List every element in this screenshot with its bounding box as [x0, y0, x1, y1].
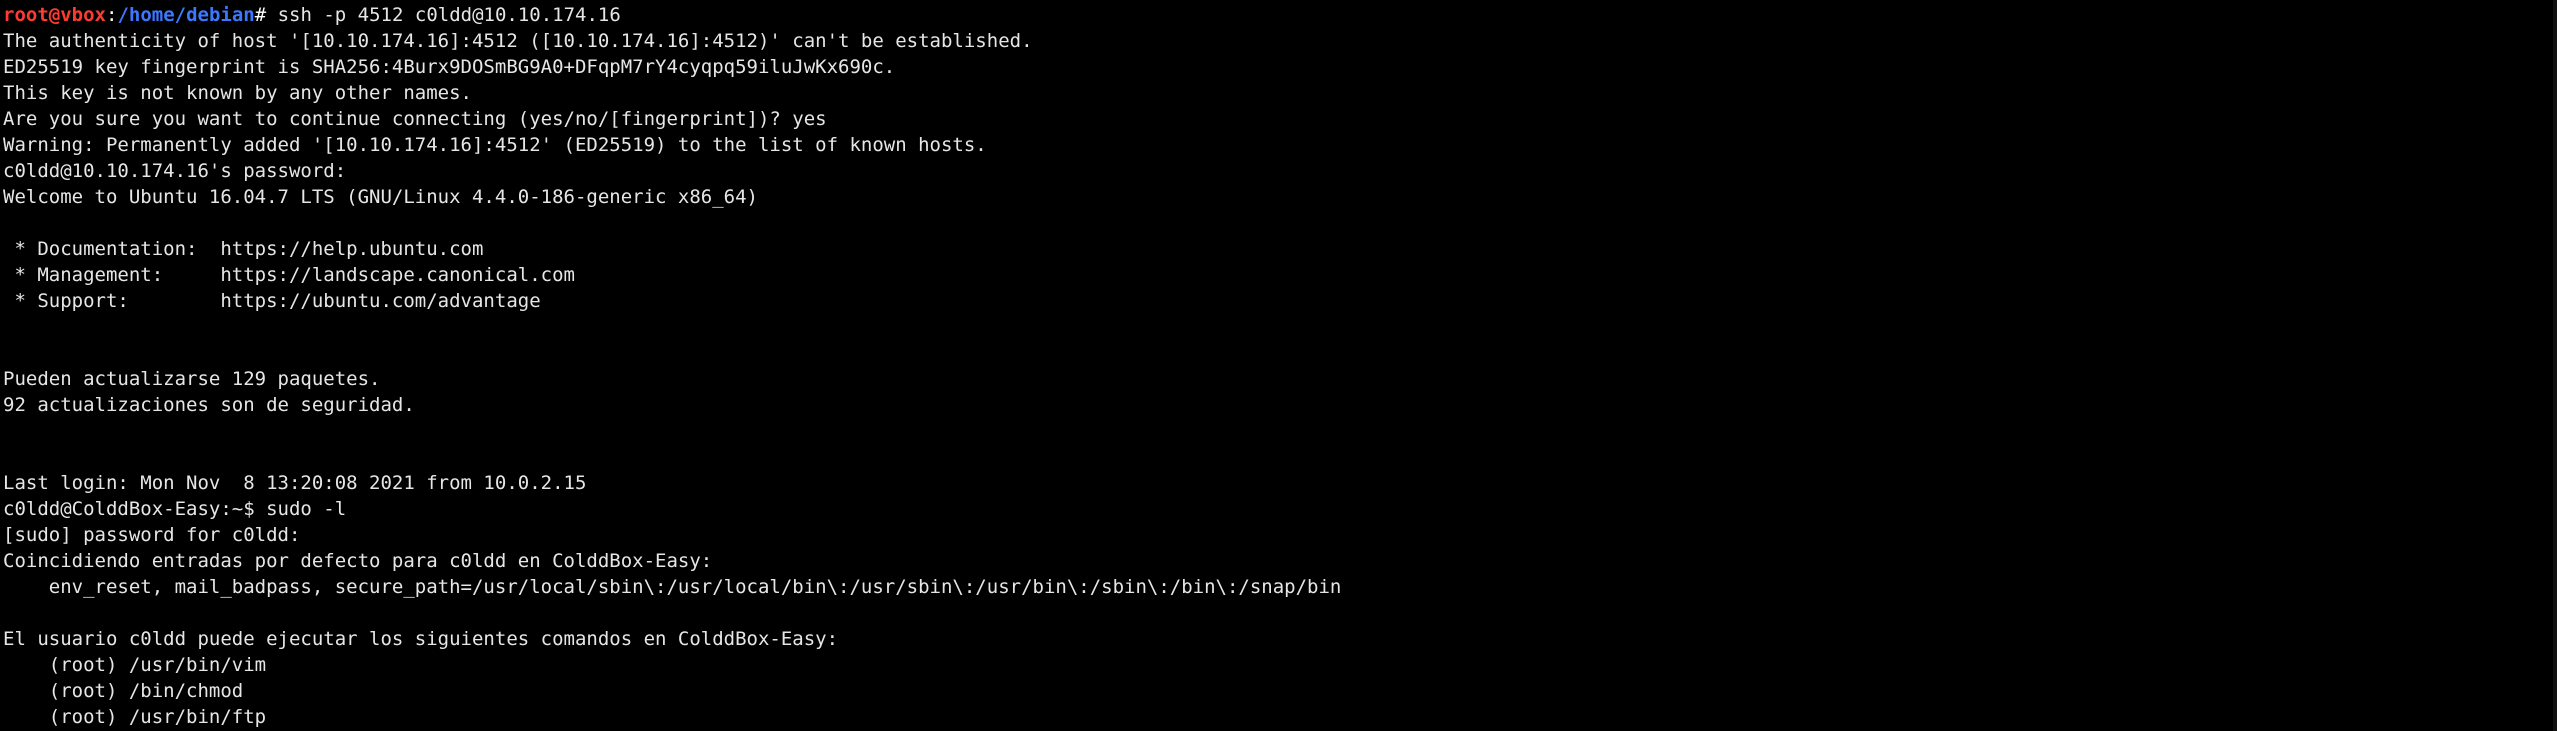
output-line: (root) /usr/bin/ftp	[3, 706, 267, 728]
prompt-user: root	[3, 4, 49, 26]
prompt-path: /home/debian	[117, 4, 255, 26]
output-line: Warning: Permanently added '[10.10.174.1…	[3, 134, 987, 156]
output-line: Coincidiendo entradas por defecto para c…	[3, 550, 713, 572]
prompt-at: @	[48, 4, 61, 26]
terminal-window[interactable]: root@vbox:/home/debian# ssh -p 4512 c0ld…	[0, 0, 2557, 731]
prompt-colon: :	[105, 4, 118, 26]
output-line: c0ldd@ColddBox-Easy:~$ sudo -l	[3, 498, 347, 520]
output-line: (root) /usr/bin/vim	[3, 654, 267, 676]
output-line: Are you sure you want to continue connec…	[3, 108, 827, 130]
output-line: ED25519 key fingerprint is SHA256:4Burx9…	[3, 56, 896, 78]
prompt-symbol: #	[254, 4, 278, 26]
output-line: * Support: https://ubuntu.com/advantage	[3, 290, 541, 312]
output-line: Pueden actualizarse 129 paquetes.	[3, 368, 381, 390]
command-prompt-line: root@vbox:/home/debian# ssh -p 4512 c0ld…	[3, 2, 2557, 28]
output-line: Last login: Mon Nov 8 13:20:08 2021 from…	[3, 472, 587, 494]
prompt-host: vbox	[60, 4, 106, 26]
output-line: (root) /bin/chmod	[3, 680, 244, 702]
output-line: [sudo] password for c0ldd:	[3, 524, 301, 546]
output-line: El usuario c0ldd puede ejecutar los sigu…	[3, 628, 839, 650]
output-line: The authenticity of host '[10.10.174.16]…	[3, 30, 1033, 52]
output-line: 92 actualizaciones son de seguridad.	[3, 394, 415, 416]
output-line: Welcome to Ubuntu 16.04.7 LTS (GNU/Linux…	[3, 186, 758, 208]
scrollbar[interactable]	[2553, 0, 2557, 731]
command-text: ssh -p 4512 c0ldd@10.10.174.16	[277, 4, 621, 26]
output-line: c0ldd@10.10.174.16's password:	[3, 160, 347, 182]
output-line: * Management: https://landscape.canonica…	[3, 264, 575, 286]
output-line: * Documentation: https://help.ubuntu.com	[3, 238, 484, 260]
output-line: This key is not known by any other names…	[3, 82, 472, 104]
output-line: env_reset, mail_badpass, secure_path=/us…	[3, 576, 1342, 598]
